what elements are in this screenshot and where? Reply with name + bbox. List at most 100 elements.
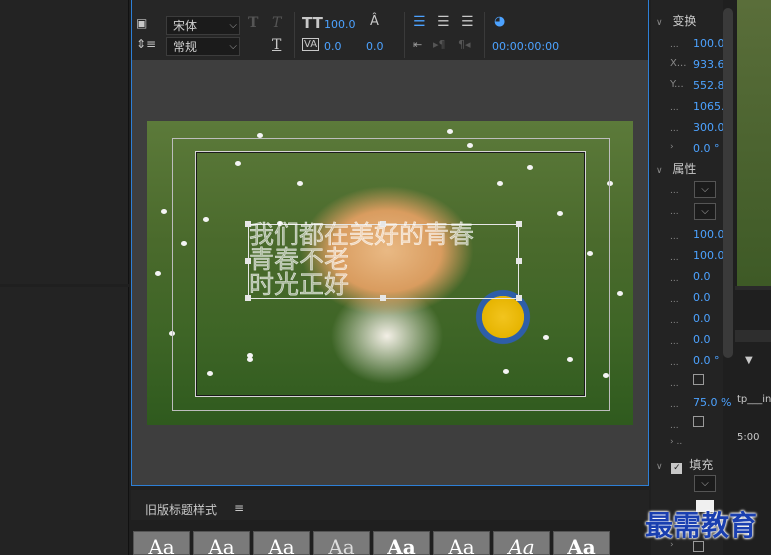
program-monitor-slice: ▼ tp___in 5:00 — [735, 0, 771, 555]
height-value[interactable]: 300.0 — [693, 121, 725, 134]
y-position-label: Y... — [670, 79, 684, 90]
opacity-value[interactable]: 100.0 — [693, 37, 725, 50]
property-label: ... — [670, 337, 679, 347]
font-style-value: 常规 — [173, 40, 198, 54]
chevron-down-icon: ⌵ — [701, 184, 709, 195]
font-size-icon: TT — [302, 14, 323, 32]
watermark-logo: 最需教育 — [645, 509, 758, 542]
properties-scrollbar[interactable] — [723, 8, 733, 358]
left-panel-bottom — [0, 287, 129, 555]
style-swatch[interactable]: Aa — [313, 531, 370, 555]
text-direction-rtl-icon[interactable]: ¶◂ — [458, 38, 471, 51]
title-styles-header: 旧版标题样式 ≡ — [131, 490, 649, 520]
transform-section[interactable]: ∨ 变换 — [656, 12, 696, 29]
timeline-ruler — [735, 330, 771, 342]
toolbar-separator — [294, 12, 295, 58]
property-label: ... — [670, 421, 679, 431]
style-swatch[interactable]: Aa — [433, 531, 490, 555]
chevron-down-icon: ∨ — [656, 462, 663, 472]
chevron-down-icon: ∨ — [656, 166, 663, 176]
timecode-label: 5:00 — [737, 432, 760, 443]
chevron-right-icon[interactable]: › .. — [670, 437, 682, 447]
baseline-shift-value[interactable]: 0.0 — [693, 333, 711, 346]
title-toolbar: ▣ ⇕≡ 宋体 ⌵ 常规 ⌵ T T T TT 100.0 VA 0.0 Â 0… — [132, 0, 648, 60]
slant-value[interactable]: 0.0 ° — [693, 354, 720, 367]
fill-section[interactable]: ∨ ✓ 填充 — [656, 456, 713, 474]
style-swatch[interactable]: Aa — [553, 531, 610, 555]
bold-icon[interactable]: T — [248, 15, 258, 31]
attributes-header: 属性 — [672, 162, 697, 176]
fill-type-dropdown[interactable]: ⌵ — [694, 475, 716, 492]
left-panel-top — [0, 0, 129, 284]
align-right-icon[interactable]: ☰ — [461, 14, 474, 30]
style-swatch[interactable]: Aa — [253, 531, 310, 555]
property-label: ... — [670, 274, 679, 284]
fill-checkbox[interactable]: ✓ — [671, 463, 683, 474]
style-swatch[interactable]: Aa — [133, 531, 190, 555]
font-family-value: 宋体 — [173, 19, 198, 33]
property-label: ... — [670, 207, 679, 217]
property-label: ... — [670, 232, 679, 242]
text-box-icon[interactable]: ▣ — [136, 16, 147, 30]
style-swatch[interactable]: Aa — [493, 531, 550, 555]
chevron-down-icon: ⌵ — [701, 478, 709, 489]
font-size-value[interactable]: 100.0 — [324, 18, 356, 31]
tab-stops-icon[interactable]: ⇤ — [413, 38, 422, 51]
property-label: ... — [670, 379, 679, 389]
property-label: ... — [670, 316, 679, 326]
style-swatch[interactable]: Aa — [373, 531, 430, 555]
rotation-value[interactable]: 0.0 ° — [693, 142, 720, 155]
fill-header: 填充 — [689, 458, 714, 472]
title-styles-label: 旧版标题样式 — [145, 503, 218, 517]
kerning-value[interactable]: 0.0 — [324, 40, 342, 53]
resize-handle[interactable] — [516, 221, 522, 227]
leading-icon: Â — [370, 14, 379, 29]
x-position-label: X... — [670, 58, 687, 69]
property-label: ... — [670, 400, 679, 410]
text-direction-ltr-icon[interactable]: ▸¶ — [433, 38, 446, 51]
tracking-value[interactable]: 0.0 — [693, 312, 711, 325]
leading-value[interactable]: 0.0 — [366, 40, 384, 53]
leading-prop-value[interactable]: 0.0 — [693, 270, 711, 283]
font-family-dropdown[interactable]: ⌵ — [694, 181, 716, 198]
line-spacing-icon[interactable]: ⇕≡ — [136, 37, 156, 51]
property-label: ... — [670, 40, 679, 50]
chevron-down-icon: ⌵ — [229, 41, 237, 52]
property-label: ... — [670, 124, 679, 134]
align-center-icon[interactable]: ☰ — [437, 14, 450, 30]
font-size-prop-value[interactable]: 100.0 — [693, 228, 725, 241]
panel-divider — [735, 286, 771, 290]
kerning-icon: VA — [302, 38, 320, 51]
small-caps-size-value[interactable]: 75.0 % — [693, 396, 731, 409]
resize-handle[interactable] — [380, 295, 386, 301]
underline-icon[interactable]: T — [272, 37, 281, 53]
underline-checkbox[interactable] — [693, 416, 704, 427]
italic-icon[interactable]: T — [272, 15, 281, 31]
font-style-select[interactable]: 常规 ⌵ — [166, 37, 240, 56]
align-left-icon[interactable]: ☰ — [413, 14, 426, 30]
chevron-down-icon: ∨ — [656, 18, 663, 28]
caption-line-3: 时光正好 — [249, 270, 350, 299]
attributes-section[interactable]: ∨ 属性 — [656, 160, 696, 177]
chevron-right-icon[interactable]: › — [670, 142, 674, 152]
aspect-value[interactable]: 100.0 — [693, 249, 725, 262]
timecode[interactable]: 00:00:00:00 — [492, 40, 559, 53]
font-family-select[interactable]: 宋体 ⌵ — [166, 16, 240, 35]
background-video-icon[interactable]: ◕ — [494, 14, 505, 29]
font-style-dropdown[interactable]: ⌵ — [694, 203, 716, 220]
small-caps-checkbox[interactable] — [693, 374, 704, 385]
property-label: ... — [670, 358, 679, 368]
property-label: ... — [670, 295, 679, 305]
x-position-value[interactable]: 933.6 — [693, 58, 725, 71]
toolbar-separator — [484, 12, 485, 58]
program-preview-thumbnail — [737, 0, 771, 286]
playhead-icon[interactable]: ▼ — [745, 355, 753, 366]
style-swatch[interactable]: Aa — [193, 531, 250, 555]
y-position-value[interactable]: 552.8 — [693, 79, 725, 92]
kerning-prop-value[interactable]: 0.0 — [693, 291, 711, 304]
resize-handle[interactable] — [516, 295, 522, 301]
panel-menu-icon[interactable]: ≡ — [234, 501, 244, 515]
resize-handle[interactable] — [516, 258, 522, 264]
clip-label[interactable]: tp___in — [737, 394, 771, 405]
property-label: ... — [670, 103, 679, 113]
